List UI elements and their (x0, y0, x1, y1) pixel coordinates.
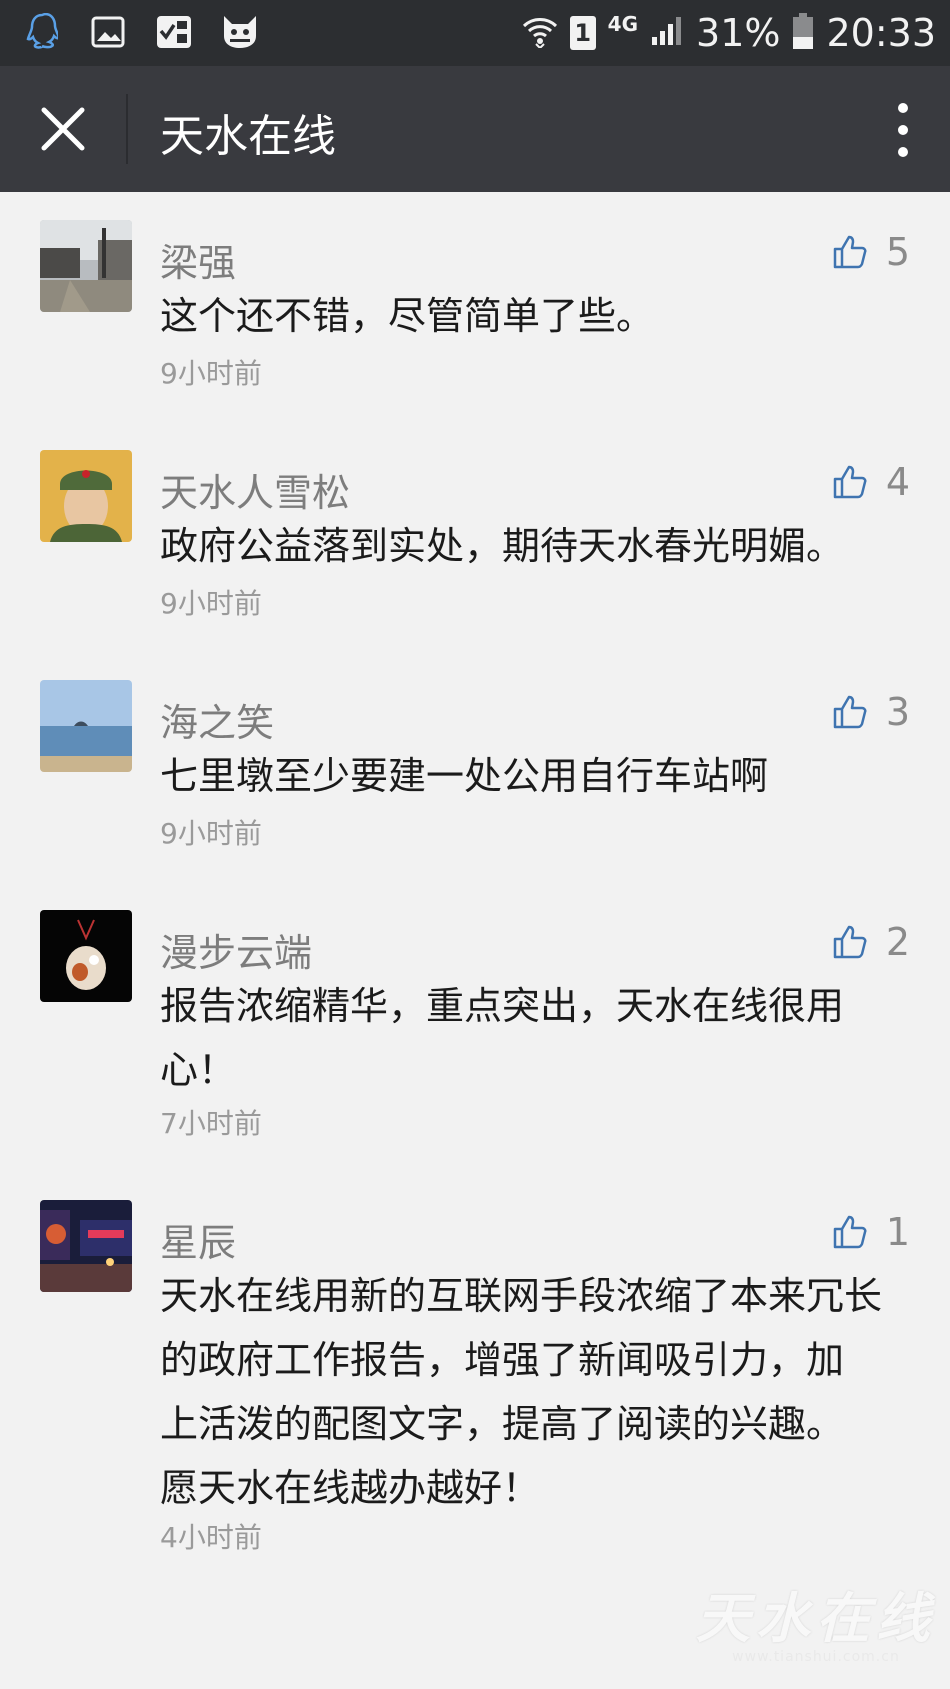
gallery-icon (88, 12, 128, 52)
thumbs-up-icon (833, 925, 867, 959)
commenter-name[interactable]: 梁强 (160, 232, 236, 287)
comment-time: 7小时前 (160, 1107, 262, 1140)
sim-slot-indicator: 1 (569, 16, 596, 50)
title-bar: 天水在线 (0, 66, 950, 192)
comment-time: 9小时前 (160, 357, 262, 390)
wifi-icon (522, 14, 558, 52)
page-title: 天水在线 (160, 111, 336, 162)
cat-app-icon (220, 12, 260, 52)
comment-line: 的政府工作报告，增强了新闻吸引力，加 (160, 1338, 845, 1382)
like-button[interactable]: 5 (832, 230, 910, 274)
clock: 20:33 (826, 11, 936, 55)
thumbs-up-icon (833, 235, 867, 269)
comment-text: 政府公益落到实处，期待天水春光明媚。 (160, 514, 920, 578)
status-bar: 1 4G 31% 20:33 (0, 0, 950, 66)
comment-line: 愿天水在线越办越好！ (160, 1466, 541, 1510)
watermark-logo-text: 天水在线 (696, 1587, 936, 1650)
comment-line: 这个还不错，尽管简单了些。 (160, 294, 655, 338)
comment-line: 政府公益落到实处，期待天水春光明媚。 (160, 524, 845, 568)
seascape-avatar[interactable] (40, 680, 132, 772)
comment-time: 4小时前 (160, 1521, 262, 1554)
comment-time: 9小时前 (160, 817, 262, 850)
qq-icon (22, 12, 62, 52)
close-button[interactable] (30, 96, 96, 162)
like-count: 5 (885, 230, 910, 274)
comment-line: 上活泼的配图文字，提高了阅读的兴趣。 (160, 1402, 845, 1446)
thumbs-up-icon (833, 1215, 867, 1249)
jade-pendant-avatar[interactable] (40, 910, 132, 1002)
comment-line: 报告浓缩精华，重点突出，天水在线很用 (160, 984, 845, 1028)
like-button[interactable]: 1 (832, 1210, 910, 1254)
night-street-avatar[interactable] (40, 1200, 132, 1292)
site-watermark: 天水在线 www.tianshui.com.cn (696, 1574, 936, 1665)
like-button[interactable]: 2 (832, 920, 910, 964)
commenter-name[interactable]: 海之笑 (160, 692, 274, 747)
commenter-name[interactable]: 星辰 (160, 1212, 236, 1267)
network-type: 4G (607, 12, 639, 36)
comment-line: 心！ (160, 1048, 237, 1092)
comment-line: 天水在线用新的互联网手段浓缩了本来冗长 (160, 1274, 883, 1318)
battery-icon (792, 12, 814, 54)
commenter-name[interactable]: 漫步云端 (160, 922, 312, 977)
signal-icon (650, 15, 684, 51)
like-button[interactable]: 4 (832, 460, 910, 504)
more-button[interactable] (888, 100, 918, 160)
like-count: 2 (885, 920, 910, 964)
like-count: 4 (885, 460, 910, 504)
street-scene-avatar[interactable] (40, 220, 132, 312)
like-count: 1 (885, 1210, 910, 1254)
comment-text: 报告浓缩精华，重点突出，天水在线很用 心！ (160, 974, 920, 1102)
comment-text: 七里墩至少要建一处公用自行车站啊 (160, 744, 920, 808)
thumbs-up-icon (833, 695, 867, 729)
commenter-name[interactable]: 天水人雪松 (160, 462, 350, 517)
title-divider (126, 94, 128, 164)
comment-text: 这个还不错，尽管简单了些。 (160, 284, 920, 348)
like-button[interactable]: 3 (832, 690, 910, 734)
comment-time: 9小时前 (160, 587, 262, 620)
checklist-icon (154, 12, 194, 52)
close-icon (41, 107, 85, 151)
comment-text: 天水在线用新的互联网手段浓缩了本来冗长 的政府工作报告，增强了新闻吸引力，加 上… (160, 1264, 920, 1520)
battery-percent: 31% (696, 11, 781, 55)
like-count: 3 (885, 690, 910, 734)
soldier-portrait-avatar[interactable] (40, 450, 132, 542)
comment-line: 七里墩至少要建一处公用自行车站啊 (160, 754, 769, 798)
thumbs-up-icon (833, 465, 867, 499)
more-vertical-icon (898, 103, 908, 157)
